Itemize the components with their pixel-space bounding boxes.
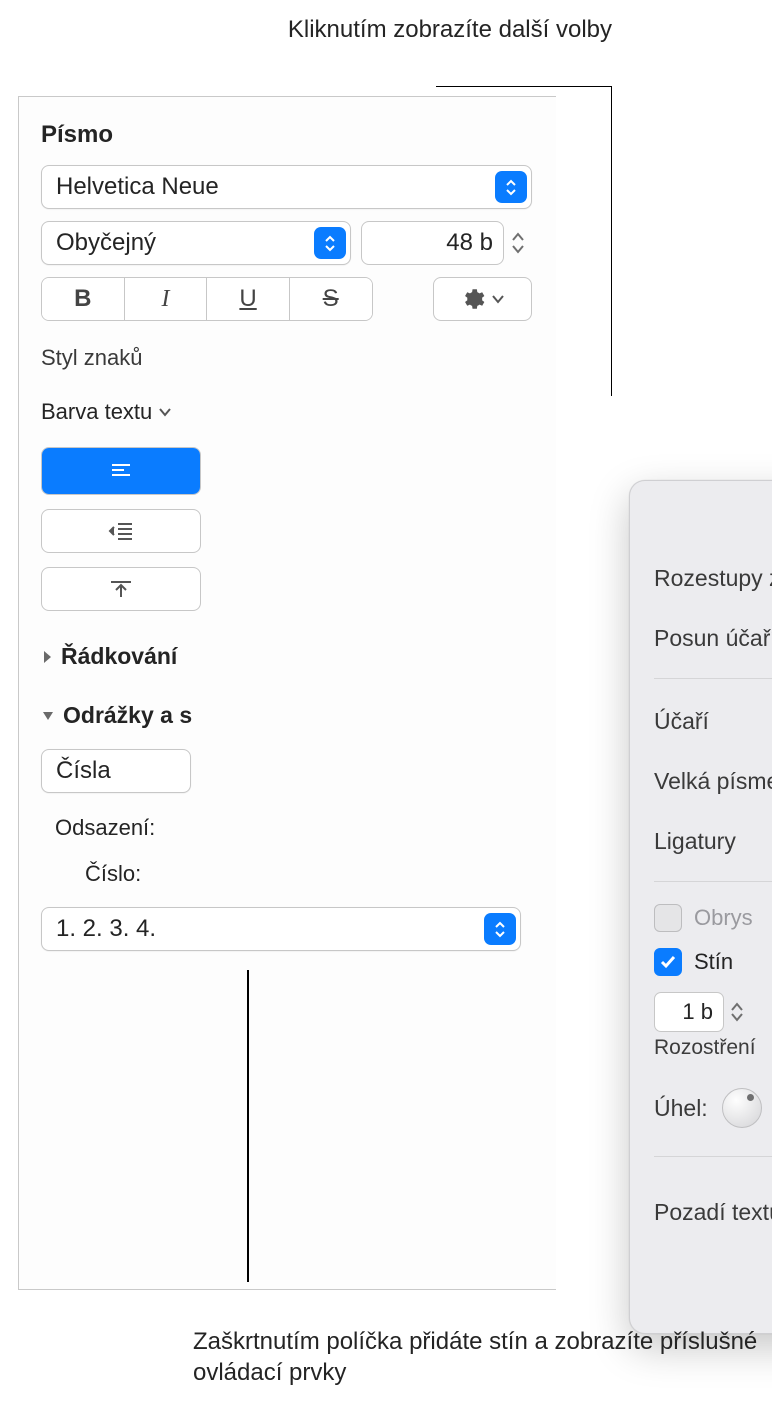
baseline-label: Účaří [654,708,709,735]
font-style-popup[interactable]: Obyčejný [41,221,351,265]
number-field-label: Číslo: [85,861,532,887]
shadow-angle-knob[interactable] [722,1088,762,1128]
chevron-right-icon [41,649,53,665]
chevron-down-icon [158,407,172,417]
font-family-popup[interactable]: Helvetica Neue [41,165,532,209]
shadow-label: Stín [694,949,733,975]
valign-top-icon [109,579,133,599]
vertical-align-top-button[interactable] [41,567,201,611]
chevron-updown-icon [314,227,346,259]
bold-button[interactable]: B [42,278,125,320]
text-color-row[interactable]: Barva textu [41,399,532,425]
char-spacing-label: Rozestupy znaků [654,565,772,592]
baseline-shift-label: Posun účaří [654,625,772,652]
strikethrough-button[interactable]: S [290,278,372,320]
list-type-popup[interactable]: Čísla [41,749,191,793]
font-size-stepper[interactable] [510,231,532,255]
callout-top: Kliknutím zobrazíte další volby [288,14,612,45]
shadow-blur-stepper[interactable] [730,1002,752,1022]
chevron-down-icon [41,710,55,722]
bullets-lists-disclosure[interactable]: Odrážky a s [41,702,532,729]
indent-field-label: Odsazení: [55,815,532,841]
callout-bottom: Zaškrtnutím políčka přidáte stín a zobra… [193,1326,772,1388]
italic-button[interactable]: I [125,278,208,320]
text-color-label: Barva textu [41,399,152,425]
text-background-label: Pozadí textu [654,1199,772,1226]
gear-icon [459,286,485,312]
callout-bottom-text: Zaškrtnutím políčka přidáte stín a zobra… [193,1326,772,1388]
alignment-segment [41,447,201,495]
advanced-options-button[interactable] [433,277,532,321]
line-spacing-disclosure[interactable]: Řádkování [41,643,532,670]
line-spacing-label: Řádkování [61,643,177,670]
advanced-options-popover: Pokročilé volby Rozestupy znaků 3 % Posu… [629,480,772,1334]
shadow-checkbox[interactable] [654,948,682,976]
font-section-title: Písmo [41,121,532,149]
outline-label: Obrys [694,905,753,931]
chevron-updown-icon [484,913,516,945]
font-style-value: Obyčejný [56,229,156,257]
chevron-updown-icon [495,171,527,203]
list-format-value: 1. 2. 3. 4. [56,915,156,943]
list-format-popup[interactable]: 1. 2. 3. 4. [41,907,521,951]
capitalization-label: Velká písmena [654,768,772,795]
character-style-label: Styl znaků [41,345,532,371]
outline-checkbox[interactable] [654,904,682,932]
chevron-down-icon [491,294,505,304]
bullets-lists-label: Odrážky a s [63,702,192,729]
popover-title: Pokročilé volby [654,505,772,534]
shadow-blur-label: Rozostření [654,1036,756,1060]
font-family-value: Helvetica Neue [56,173,219,201]
underline-button[interactable]: U [207,278,290,320]
text-format-segment: B I U S [41,277,373,321]
font-size-field[interactable]: 48 b [361,221,504,265]
format-inspector: Písmo Helvetica Neue Obyčejný 48 b [18,96,556,1290]
ligatures-label: Ligatury [654,828,736,855]
list-type-value: Čísla [56,757,111,785]
callout-top-text: Kliknutím zobrazíte další volby [288,14,612,45]
shadow-blur-field[interactable]: 1 b [654,992,724,1032]
indent-button[interactable] [41,509,201,553]
shadow-angle-label: Úhel: [654,1095,708,1122]
align-left-button[interactable] [42,448,200,494]
indent-icon [108,521,134,541]
